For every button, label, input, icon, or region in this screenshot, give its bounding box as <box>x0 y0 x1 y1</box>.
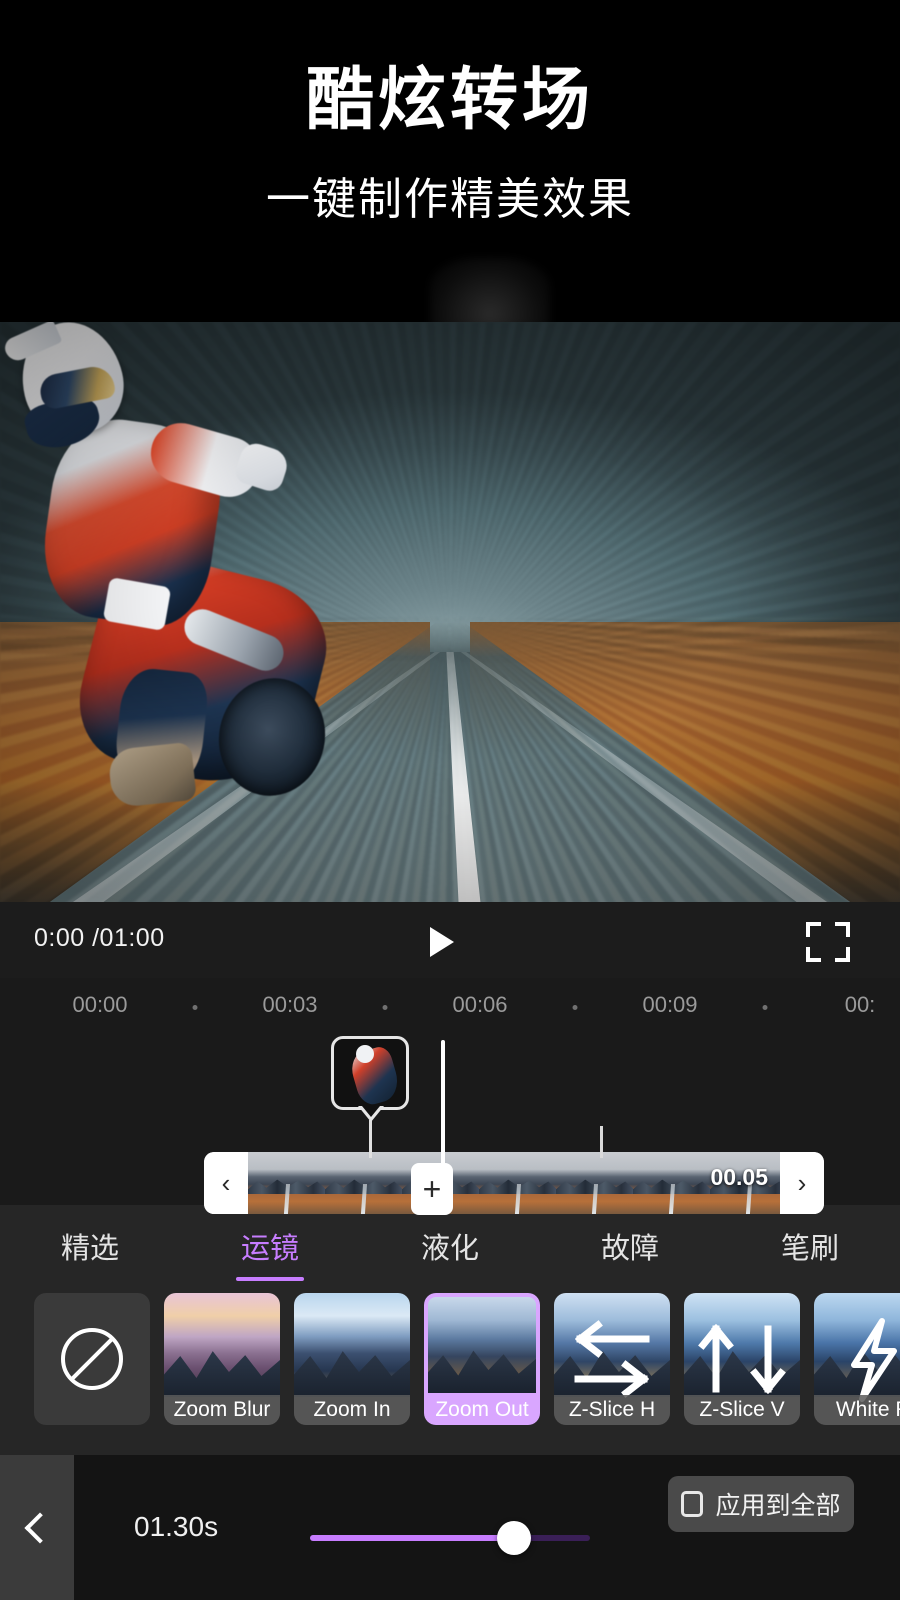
effects-panel: 精选 运镜 液化 故障 笔刷 Zoom Blur Zoom In Zoom Out Z-Sli… <box>0 1205 900 1455</box>
ruler-minor-tick <box>192 1005 198 1010</box>
effect-card-z-slice-h[interactable]: Z-Slice H <box>554 1293 670 1425</box>
player-control-bar: 0:00 /01:00 <box>0 902 900 978</box>
tab-label: 精选 <box>60 1233 119 1265</box>
clip-duration-label: 00.05 <box>710 1164 768 1190</box>
effect-card-label: Z-Slice V <box>684 1395 800 1425</box>
add-transition-button[interactable]: + <box>411 1163 453 1215</box>
tab-1[interactable]: 运镜 <box>180 1225 360 1281</box>
ruler-time-label: 00:09 <box>642 992 698 1017</box>
playhead[interactable] <box>441 1040 445 1205</box>
tab-4[interactable]: 笔刷 <box>720 1225 900 1281</box>
ruler-minor-tick <box>572 1005 578 1010</box>
effect-card-label: Zoom Blur <box>164 1395 280 1425</box>
tab-3[interactable]: 故障 <box>540 1225 720 1281</box>
unchecked-checkbox-icon <box>681 1491 704 1517</box>
promo-title: 酷炫转场 <box>305 62 594 138</box>
tab-label: 故障 <box>600 1233 659 1265</box>
effect-thumbnail <box>164 1293 280 1397</box>
clip-filmstrip[interactable] <box>248 1152 780 1214</box>
fullscreen-corner-tr <box>835 922 850 937</box>
chevron-left-icon <box>24 1511 56 1544</box>
timeline-ruler[interactable]: 00:00 00:03 00:06 00:09 00: <box>0 992 900 1026</box>
app-root: 酷炫转场 一键制作精美效果 0:00 /01:00 00:00 00:03 00… <box>0 0 900 1600</box>
promo-background-shape <box>430 258 550 322</box>
preview-vignette <box>0 322 900 902</box>
effect-card-zoom-out[interactable]: Zoom Out <box>424 1293 540 1425</box>
tab-label: 运镜 <box>240 1233 299 1265</box>
fullscreen-button[interactable] <box>806 922 850 962</box>
effect-card-label: Z-Slice H <box>554 1395 670 1425</box>
back-button[interactable] <box>0 1455 74 1600</box>
promo-subtitle: 一键制作精美效果 <box>266 175 634 224</box>
duration-slider-thumb[interactable] <box>497 1521 532 1555</box>
promo-header: 酷炫转场 一键制作精美效果 <box>0 0 900 322</box>
clip-frame <box>633 1152 710 1214</box>
video-preview[interactable] <box>0 322 900 902</box>
effect-card-zoom-in[interactable]: Zoom In <box>294 1293 410 1425</box>
no-effect-icon <box>61 1328 123 1390</box>
tab-0[interactable]: 精选 <box>0 1225 180 1281</box>
frame-preview-popup[interactable] <box>331 1036 409 1110</box>
effect-card-none[interactable] <box>34 1293 150 1425</box>
clip-frame <box>248 1152 325 1214</box>
clip-trim-handle-right[interactable]: › <box>780 1152 824 1214</box>
transition-marker-stem <box>369 1120 372 1158</box>
clip-trim-handle-left[interactable]: ‹ <box>204 1152 248 1214</box>
fullscreen-corner-br <box>835 947 850 962</box>
apply-to-all-label: 应用到全部 <box>715 1492 841 1520</box>
ruler-time-label: 00:06 <box>452 992 508 1017</box>
effect-card-white-f[interactable]: White F <box>814 1293 900 1425</box>
effect-category-tabs[interactable]: 精选 运镜 液化 故障 笔刷 <box>0 1225 900 1283</box>
fullscreen-corner-bl <box>806 947 821 962</box>
tab-2[interactable]: 液化 <box>360 1225 540 1281</box>
tab-label: 笔刷 <box>780 1233 839 1265</box>
effect-card-label: Zoom In <box>294 1395 410 1425</box>
effect-thumbnail <box>294 1293 410 1397</box>
clip-segment-tick <box>600 1126 603 1158</box>
frame-preview-popup-pointer <box>358 1106 384 1122</box>
playback-time-label: 0:00 /01:00 <box>34 924 165 952</box>
frame-preview-helmet <box>356 1045 374 1063</box>
fullscreen-icon <box>806 922 821 937</box>
effect-card-z-slice-v[interactable]: Z-Slice V <box>684 1293 800 1425</box>
ruler-minor-tick <box>382 1005 388 1010</box>
tab-label: 液化 <box>420 1233 479 1265</box>
clip-frame <box>325 1152 402 1214</box>
clip-frame <box>479 1152 556 1214</box>
duration-slider[interactable] <box>310 1521 590 1555</box>
ruler-time-label: 00:00 <box>72 992 128 1017</box>
apply-to-all-button[interactable]: 应用到全部 <box>668 1476 854 1532</box>
duration-slider-fill <box>310 1535 515 1541</box>
ruler-time-label: 00:03 <box>262 992 318 1017</box>
play-icon <box>430 927 454 957</box>
play-button[interactable] <box>424 924 458 958</box>
transition-duration-value: 01.30s <box>134 1511 219 1542</box>
effect-thumbnail <box>428 1297 536 1393</box>
clip-frame <box>556 1152 633 1214</box>
effect-card-list[interactable]: Zoom Blur Zoom In Zoom Out Z-Slice H Z-Slice… <box>34 1293 900 1425</box>
clip-track[interactable]: ‹ › 00.05 <box>204 1152 824 1214</box>
effect-card-zoom-blur[interactable]: Zoom Blur <box>164 1293 280 1425</box>
ruler-minor-tick <box>762 1005 768 1010</box>
ruler-time-label: 00: <box>844 992 876 1017</box>
effect-card-label: Zoom Out <box>435 1398 529 1421</box>
effect-card-label: White F <box>814 1395 900 1425</box>
